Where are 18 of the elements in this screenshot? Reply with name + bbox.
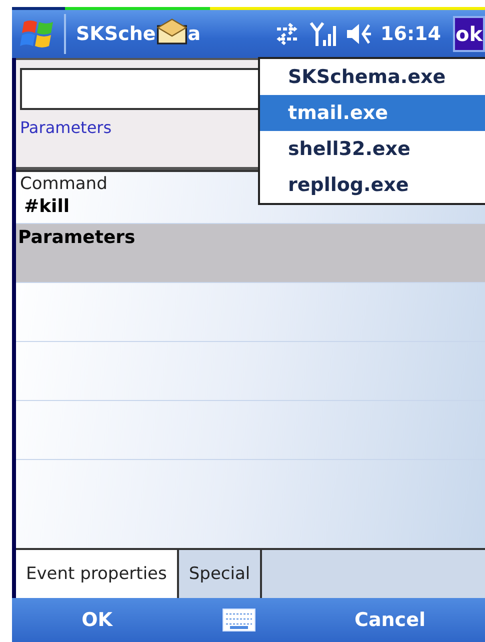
column-header: Command bbox=[19, 173, 108, 194]
clock-time: 16:14 bbox=[380, 23, 441, 45]
menu-item[interactable]: repllog.exe bbox=[260, 167, 485, 203]
tab[interactable]: Event properties bbox=[16, 550, 179, 598]
menu-item[interactable]: tmail.exe bbox=[260, 95, 485, 131]
list-row[interactable]: Parameters bbox=[16, 223, 485, 282]
menu-item[interactable]: SKSchema.exe bbox=[260, 59, 485, 95]
app-title: a bbox=[188, 23, 201, 45]
app-title: SKSche bbox=[76, 23, 156, 45]
cancel-softkey[interactable]: Cancel bbox=[295, 608, 485, 632]
parameters-link[interactable]: Parameters bbox=[20, 118, 112, 137]
envelope-icon[interactable] bbox=[156, 17, 187, 45]
ok-button[interactable]: ok bbox=[453, 16, 485, 52]
menu-item[interactable]: shell32.exe bbox=[260, 131, 485, 167]
keyboard-icon[interactable] bbox=[222, 608, 256, 632]
signal-icon[interactable] bbox=[308, 20, 337, 48]
ok-softkey[interactable]: OK bbox=[12, 608, 182, 632]
command-value: #kill bbox=[23, 195, 71, 219]
